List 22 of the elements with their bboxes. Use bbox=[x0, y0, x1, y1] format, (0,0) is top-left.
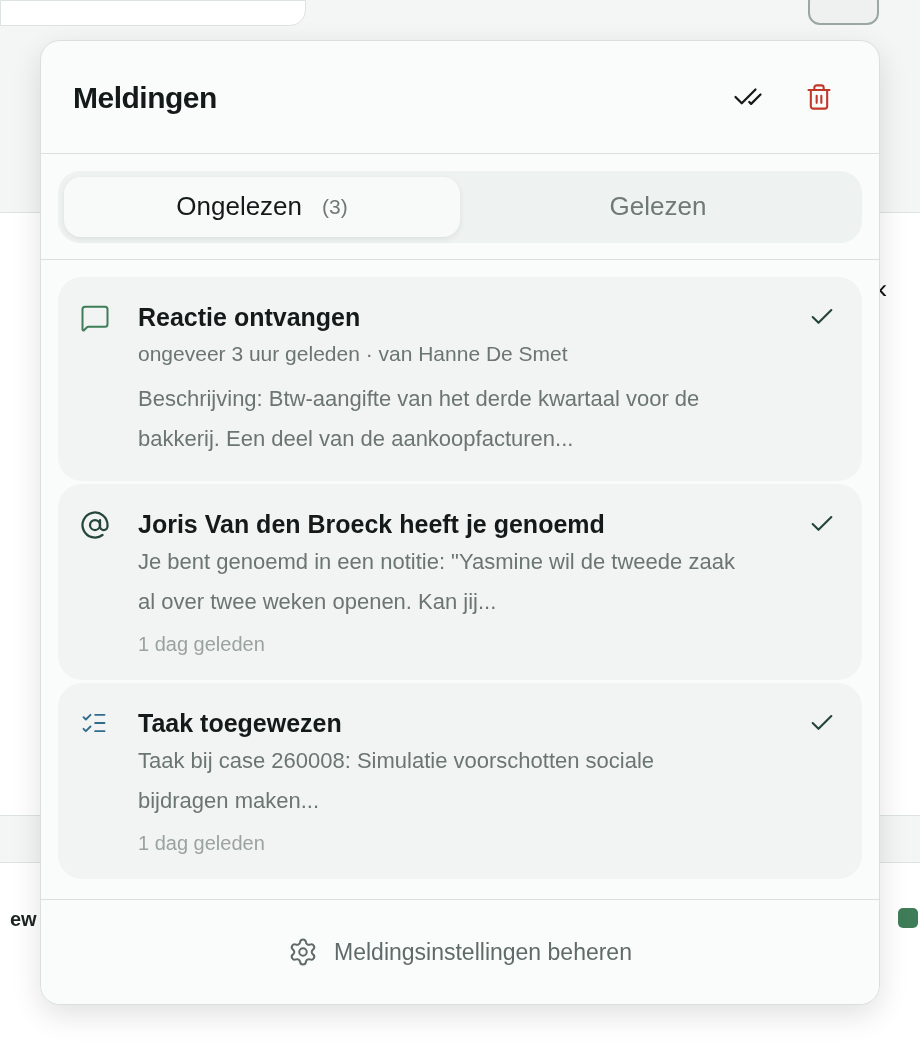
settings-link[interactable]: Meldingsinstellingen beheren bbox=[288, 934, 632, 970]
panel-title: Meldingen bbox=[73, 79, 217, 116]
notification-meta: ongeveer 3 uur geleden · van Hanne De Smet bbox=[138, 341, 569, 367]
notification-card[interactable]: Taak toegewezen Taak bij case 260008: Simulatie voorschotten sociale bijdragen maken... 1 dag geleden bbox=[58, 683, 862, 879]
speech-bubble-icon bbox=[80, 303, 110, 333]
search-field[interactable] bbox=[0, 0, 306, 26]
notification-card[interactable]: Reactie ontvangen ongeveer 3 uur geleden · van Hanne De Smet Beschrijving: Btw-aangifte van het derde kwartaal voor de bakkerij. Een deel van de aankoopfacturen... bbox=[58, 277, 862, 481]
at-sign-icon bbox=[80, 510, 110, 540]
notification-title: Reactie ontvangen bbox=[138, 302, 362, 333]
notification-time: 1 dag geleden bbox=[138, 632, 266, 657]
notification-description: Je bent genoemd in een notitie: "Yasmine wil de tweede zaak al over twee weken openen. Kan jij... bbox=[138, 548, 736, 616]
notification-title: Joris Van den Broeck heeft je genoemd bbox=[138, 509, 606, 540]
column-label: ew bbox=[10, 907, 37, 932]
chevron-icon[interactable]: ‹ bbox=[878, 268, 888, 310]
trash-icon bbox=[805, 83, 833, 111]
tab[interactable]: Gelezen bbox=[460, 176, 856, 237]
notification-description: Taak bij case 260008: Simulatie voorschotten sociale bijdragen maken... bbox=[138, 747, 656, 815]
notification-description: Beschrijving: Btw-aangifte van het derde kwartaal voor de bakkerij. Een deel van de aankoopfacturen... bbox=[138, 385, 701, 453]
notification-time: 1 dag geleden bbox=[138, 831, 266, 856]
tab[interactable]: Ongelezen (3) bbox=[64, 176, 460, 237]
notification-card[interactable]: Joris Van den Broeck heeft je genoemd Je bent genoemd in een notitie: "Yasmine wil de tweede zaak al over twee weken openen. Kan jij... 1 dag geleden bbox=[58, 484, 862, 680]
notification-title: Taak toegewezen bbox=[138, 708, 343, 739]
